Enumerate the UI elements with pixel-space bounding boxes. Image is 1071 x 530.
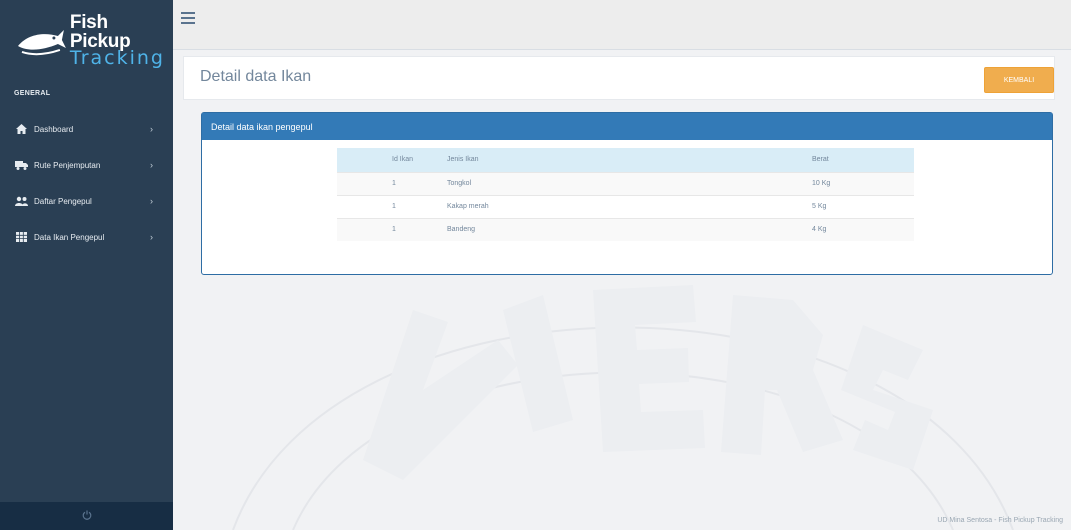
- column-header-jenis: Jenis Ikan: [442, 148, 812, 172]
- table-row: 1 Kakap merah 5 Kg: [337, 194, 914, 218]
- table-row: 1 Tongkol 10 Kg: [337, 171, 914, 195]
- truck-icon: [13, 159, 29, 171]
- chevron-right-icon: ›: [150, 232, 153, 242]
- column-header-id: Id Ikan: [337, 148, 442, 172]
- power-icon[interactable]: [82, 507, 92, 525]
- cell-jenis: Kakap merah: [442, 194, 812, 218]
- cell-id: 1: [337, 217, 442, 241]
- sidebar-item-daftar-pengepul[interactable]: Daftar Pengepul ›: [0, 183, 173, 219]
- sidebar: Fish Pickup Tracking GENERAL Dashboard ›…: [0, 0, 173, 530]
- column-header-berat: Berat: [812, 148, 914, 172]
- top-navbar: [173, 0, 1071, 50]
- fish-detail-panel: Detail data ikan pengepul Id Ikan Jenis …: [201, 112, 1053, 275]
- cell-berat: 5 Kg: [812, 194, 914, 218]
- brand[interactable]: Fish Pickup Tracking: [0, 0, 173, 80]
- sidebar-item-label: Daftar Pengepul: [34, 196, 92, 206]
- chevron-right-icon: ›: [150, 196, 153, 206]
- page-title: Detail data Ikan: [200, 68, 312, 85]
- menu-toggle-icon[interactable]: [181, 12, 195, 24]
- page-title-bar: Detail data Ikan KEMBALI: [183, 56, 1055, 100]
- chevron-right-icon: ›: [150, 124, 153, 134]
- fish-table: Id Ikan Jenis Ikan Berat 1 Tongkol 10 Kg…: [337, 148, 914, 241]
- cell-berat: 4 Kg: [812, 217, 914, 241]
- chevron-right-icon: ›: [150, 160, 153, 170]
- sidebar-item-dashboard[interactable]: Dashboard ›: [0, 111, 173, 147]
- cell-id: 1: [337, 171, 442, 195]
- users-icon: [13, 195, 29, 207]
- footer-credit: UD Mina Sentosa - Fish Pickup Tracking: [937, 517, 1063, 524]
- home-icon: [13, 123, 29, 135]
- brand-subtitle: Tracking: [69, 46, 165, 69]
- back-button[interactable]: KEMBALI: [984, 67, 1054, 93]
- sidebar-item-label: Rute Penjemputan: [34, 160, 101, 170]
- menu-section-label: GENERAL: [14, 90, 51, 97]
- sidebar-item-data-ikan-pengepul[interactable]: Data Ikan Pengepul ›: [0, 219, 173, 255]
- sidebar-menu: Dashboard › Rute Penjemputan › Daftar Pe…: [0, 111, 173, 255]
- main-content: Detail data Ikan KEMBALI Detail data ika…: [173, 51, 1071, 501]
- sidebar-item-rute-penjemputan[interactable]: Rute Penjemputan ›: [0, 147, 173, 183]
- table-header-row: Id Ikan Jenis Ikan Berat: [337, 148, 914, 172]
- sidebar-item-label: Data Ikan Pengepul: [34, 232, 105, 242]
- table-row: 1 Bandeng 4 Kg: [337, 217, 914, 241]
- fish-logo-icon: [17, 30, 66, 56]
- table-icon: [13, 231, 29, 243]
- cell-id: 1: [337, 194, 442, 218]
- cell-jenis: Bandeng: [442, 217, 812, 241]
- cell-jenis: Tongkol: [442, 171, 812, 195]
- cell-berat: 10 Kg: [812, 171, 914, 195]
- panel-heading: Detail data ikan pengepul: [202, 113, 1052, 140]
- sidebar-footer: [0, 502, 173, 530]
- sidebar-item-label: Dashboard: [34, 124, 74, 134]
- brand-title: Fish Pickup: [69, 11, 131, 52]
